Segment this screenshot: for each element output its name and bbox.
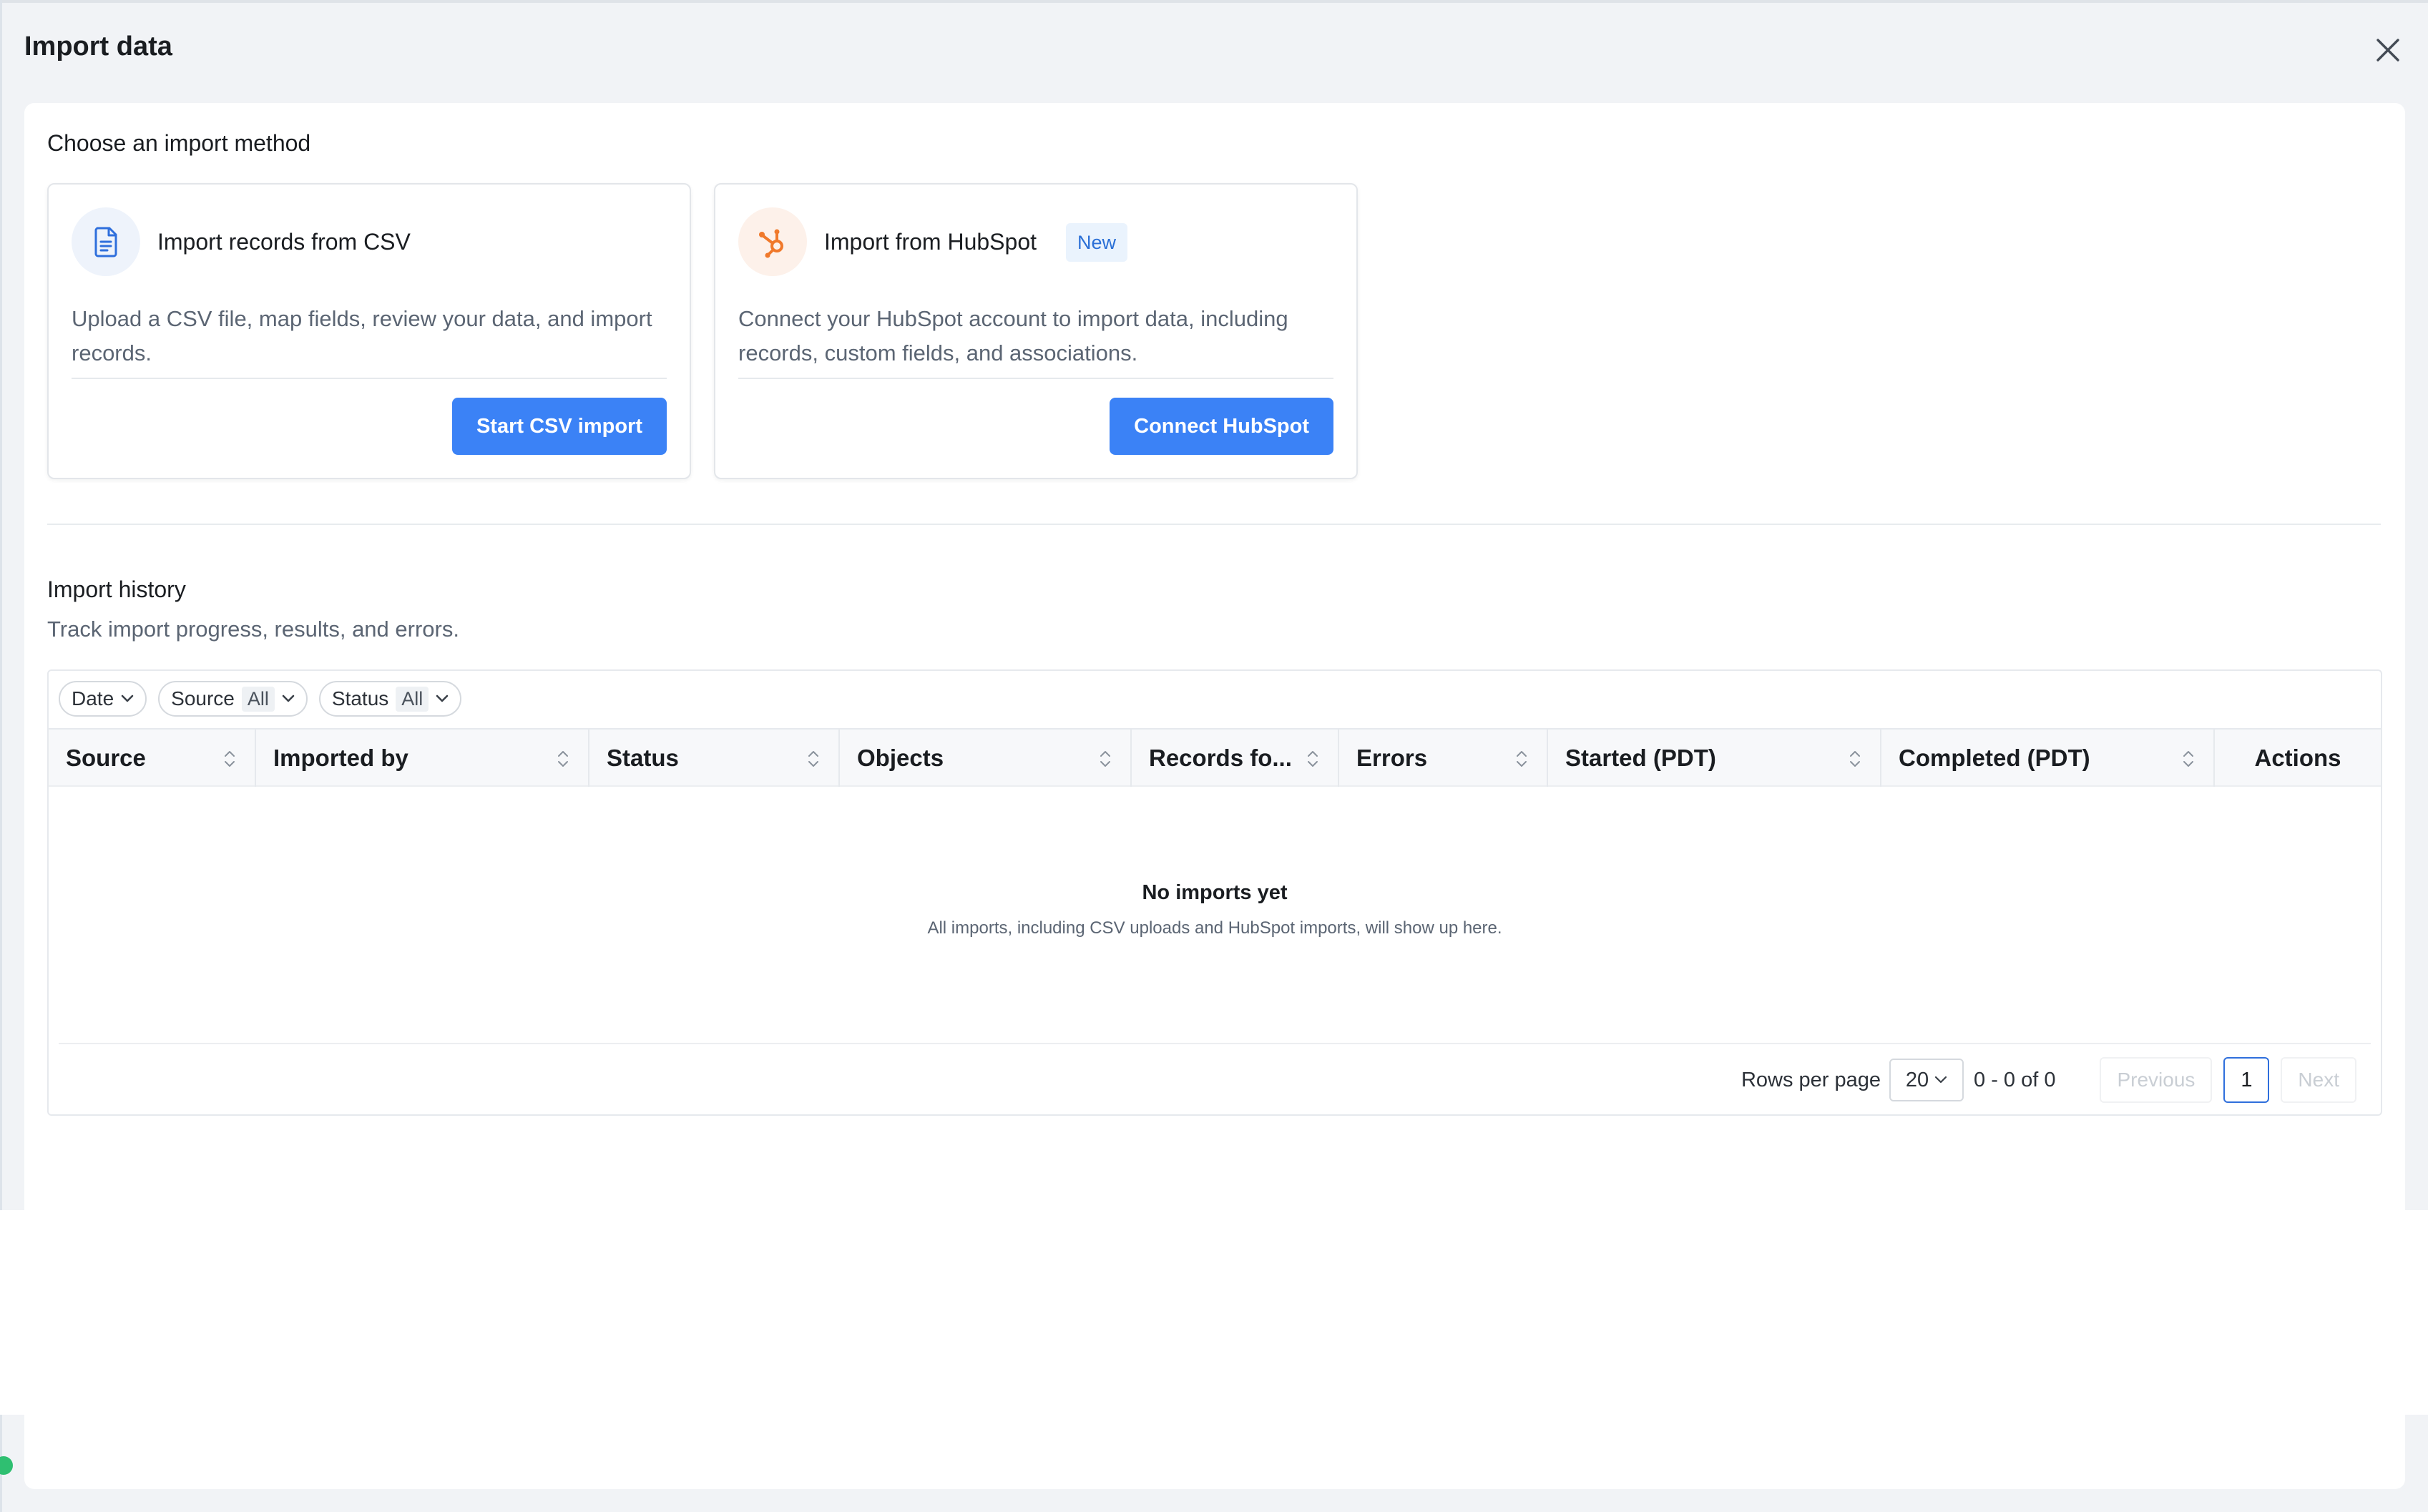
column-header-errors[interactable]: Errors	[1339, 730, 1548, 787]
column-header-records[interactable]: Records fo...	[1132, 730, 1339, 787]
column-header-objects[interactable]: Objects	[840, 730, 1132, 787]
csv-card-description: Upload a CSV file, map fields, review yo…	[72, 306, 652, 365]
page-number-button[interactable]: 1	[2223, 1057, 2270, 1103]
source-filter-label: Source	[171, 687, 235, 710]
sort-icon	[1308, 751, 1318, 767]
hubspot-import-card: Import from HubSpot New Connect your Hub…	[714, 183, 1358, 479]
status-indicator	[0, 1456, 13, 1475]
sort-icon	[1850, 751, 1860, 767]
empty-state-subtitle: All imports, including CSV uploads and H…	[927, 918, 1502, 938]
csv-card-title: Import records from CSV	[157, 229, 411, 255]
source-filter-value: All	[241, 686, 275, 712]
methods-heading: Choose an import method	[47, 130, 311, 156]
column-header-imported-by[interactable]: Imported by	[256, 730, 589, 787]
column-header-actions: Actions	[2215, 730, 2381, 787]
hubspot-card-title: Import from HubSpot	[824, 229, 1037, 255]
connect-hubspot-button[interactable]: Connect HubSpot	[1110, 398, 1333, 455]
hubspot-icon	[759, 229, 783, 258]
chevron-down-icon	[436, 694, 449, 702]
history-subheading: Track import progress, results, and erro…	[47, 617, 459, 642]
previous-page-button[interactable]: Previous	[2100, 1057, 2213, 1103]
column-header-started[interactable]: Started (PDT)	[1548, 730, 1881, 787]
column-label: Started (PDT)	[1565, 745, 1716, 771]
pagination-range: 0 - 0 of 0	[1974, 1068, 2056, 1091]
column-label: Objects	[857, 745, 944, 771]
column-label: Errors	[1356, 745, 1428, 771]
column-label: Imported by	[273, 745, 408, 771]
sort-icon	[1100, 751, 1110, 767]
import-panel: Choose an import method Import records f…	[24, 103, 2405, 1489]
modal-title: Import data	[24, 31, 172, 62]
document-icon	[94, 227, 117, 257]
column-header-status[interactable]: Status	[589, 730, 840, 787]
column-header-completed[interactable]: Completed (PDT)	[1881, 730, 2215, 787]
close-button[interactable]	[2374, 36, 2402, 64]
hubspot-icon-badge	[738, 207, 807, 276]
rows-per-page-value: 20	[1905, 1068, 1929, 1091]
chevron-down-icon	[121, 694, 134, 702]
rows-per-page-select[interactable]: 20	[1889, 1059, 1964, 1101]
csv-icon-badge	[72, 207, 140, 276]
chevron-down-icon	[1935, 1076, 1947, 1084]
column-label: Status	[607, 745, 679, 771]
close-icon	[2376, 39, 2399, 62]
date-filter-label: Date	[72, 687, 114, 710]
column-label: Actions	[2254, 745, 2341, 771]
table-footer-divider	[59, 1043, 2371, 1044]
empty-state-title: No imports yet	[1142, 881, 1288, 904]
sort-icon	[1517, 751, 1527, 767]
filter-bar: Date Source All Status All	[59, 681, 462, 717]
new-badge: New	[1066, 223, 1128, 262]
modal-header: Import data	[0, 3, 2428, 102]
card-divider	[72, 378, 667, 379]
column-label: Completed (PDT)	[1899, 745, 2090, 771]
date-filter[interactable]: Date	[59, 681, 147, 717]
pagination: Rows per page 20 0 - 0 of 0 Previous 1 N…	[1741, 1056, 2356, 1104]
table-header: Source Imported by Status Objects Record…	[49, 728, 2381, 787]
status-filter[interactable]: Status All	[318, 681, 462, 717]
chevron-down-icon	[282, 694, 295, 702]
source-filter[interactable]: Source All	[158, 681, 308, 717]
next-page-button[interactable]: Next	[2281, 1057, 2356, 1103]
import-history-table: Date Source All Status All Source Import…	[47, 669, 2382, 1116]
sort-icon	[225, 751, 235, 767]
card-divider	[738, 378, 1333, 379]
status-filter-value: All	[396, 686, 429, 712]
start-csv-import-button[interactable]: Start CSV import	[451, 398, 667, 455]
sort-icon	[2183, 751, 2193, 767]
column-header-source[interactable]: Source	[49, 730, 256, 787]
sort-icon	[558, 751, 568, 767]
hubspot-card-description: Connect your HubSpot account to import d…	[738, 306, 1288, 365]
sort-icon	[808, 751, 818, 767]
rows-per-page-label: Rows per page	[1741, 1068, 1881, 1091]
column-label: Records fo...	[1149, 745, 1292, 771]
csv-import-card: Import records from CSV Upload a CSV fil…	[47, 183, 691, 479]
status-filter-label: Status	[331, 687, 389, 710]
history-heading: Import history	[47, 576, 186, 602]
column-label: Source	[66, 745, 146, 771]
section-divider	[47, 524, 2381, 525]
